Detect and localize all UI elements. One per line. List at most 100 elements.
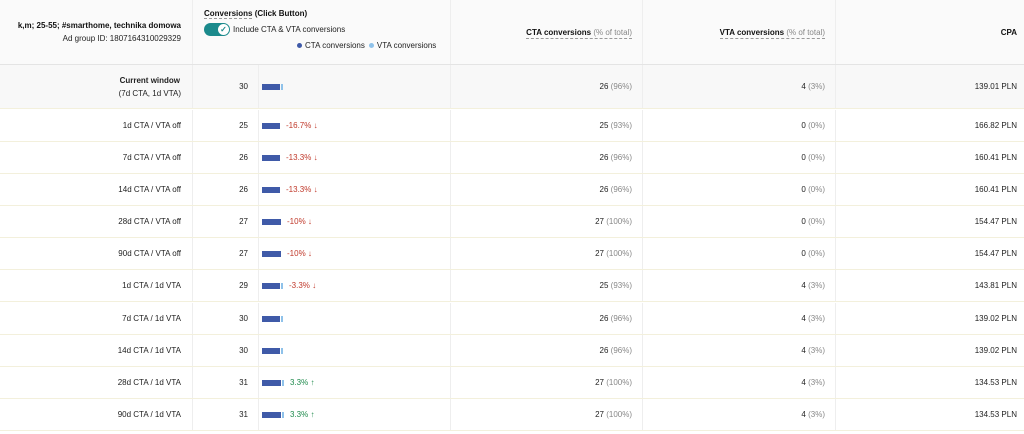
attribution-window-label: 14d CTA / 1d VTA bbox=[0, 335, 193, 366]
cpa-value: 154.47 PLN bbox=[974, 217, 1017, 226]
total-conversions: 26 bbox=[193, 174, 259, 205]
cta-bar bbox=[262, 122, 280, 129]
cpa-value: 139.02 PLN bbox=[974, 314, 1017, 323]
conversion-bar bbox=[262, 122, 280, 129]
change-indicator: -10% ↓ bbox=[287, 217, 312, 226]
total-conversions: 30 bbox=[193, 335, 259, 366]
cta-col-pct: (% of total) bbox=[593, 27, 632, 37]
legend: CTA conversions VTA conversions bbox=[297, 41, 440, 50]
conversion-bar bbox=[262, 315, 283, 322]
table-row: 7d CTA / 1d VTA 30 26 (96%) 4 (3%) 139.02 PL… bbox=[0, 303, 1024, 335]
cpa-value: 160.41 PLN bbox=[974, 153, 1017, 162]
cta-pct: (93%) bbox=[610, 281, 632, 290]
check-icon: ✓ bbox=[218, 24, 229, 35]
table-row: 1d CTA / VTA off 25 -16.7% ↓ 25 (93%) 0 (0%)… bbox=[0, 110, 1024, 142]
conversion-bar bbox=[262, 411, 284, 418]
vta-value: 0 bbox=[801, 217, 806, 226]
vta-value: 4 bbox=[801, 378, 806, 387]
change-indicator: -16.7% ↓ bbox=[286, 121, 318, 130]
table-row: 7d CTA / VTA off 26 -13.3% ↓ 26 (96%) 0 (0%)… bbox=[0, 142, 1024, 174]
ad-group-id: Ad group ID: 1807164310029329 bbox=[62, 34, 181, 43]
cta-value: 26 bbox=[599, 314, 609, 323]
conversions-header-cell: Conversions (Click Button) ✓ Include CTA… bbox=[193, 0, 451, 64]
vta-pct: (0%) bbox=[808, 153, 825, 162]
total-conversions: 27 bbox=[193, 238, 259, 269]
vta-bar bbox=[281, 282, 283, 289]
cta-bar bbox=[262, 83, 280, 90]
cta-pct: (96%) bbox=[610, 82, 632, 91]
cpa-col-title: CPA bbox=[1000, 27, 1017, 37]
vta-pct: (0%) bbox=[808, 185, 825, 194]
conversion-bar bbox=[262, 83, 283, 90]
change-indicator: -13.3% ↓ bbox=[286, 153, 318, 162]
table-row: 28d CTA / VTA off 27 -10% ↓ 27 (100%) 0 (0%)… bbox=[0, 206, 1024, 238]
cta-value: 26 bbox=[599, 82, 609, 91]
cta-col-title[interactable]: CTA conversions bbox=[526, 28, 591, 37]
vta-pct: (0%) bbox=[808, 121, 825, 130]
vta-bar bbox=[282, 411, 284, 418]
conversion-bar bbox=[262, 218, 281, 225]
total-conversions: 27 bbox=[193, 206, 259, 237]
vta-value: 0 bbox=[801, 121, 806, 130]
vta-value: 4 bbox=[801, 82, 806, 91]
cta-pct: (96%) bbox=[610, 346, 632, 355]
legend-vta: VTA conversions bbox=[368, 41, 437, 50]
change-indicator: -10% ↓ bbox=[287, 249, 312, 258]
conversions-header: Conversions (Click Button) bbox=[204, 9, 307, 19]
cpa-value: 139.02 PLN bbox=[974, 346, 1017, 355]
cta-pct: (96%) bbox=[610, 185, 632, 194]
attribution-window-label: 7d CTA / VTA off bbox=[0, 142, 193, 173]
cta-bar bbox=[262, 250, 281, 257]
vta-value: 4 bbox=[801, 314, 806, 323]
total-conversions: 31 bbox=[193, 367, 259, 398]
vta-value: 0 bbox=[801, 153, 806, 162]
conversions-title[interactable]: Conversions bbox=[204, 9, 253, 19]
cta-value: 27 bbox=[595, 378, 604, 387]
cta-pct: (96%) bbox=[610, 314, 632, 323]
table-row: 28d CTA / 1d VTA 31 3.3% ↑ 27 (100%) 4 (3%) 1… bbox=[0, 367, 1024, 399]
vta-value: 0 bbox=[801, 185, 806, 194]
vta-pct: (3%) bbox=[808, 410, 825, 419]
cta-header-cell: CTA conversions (% of total) bbox=[451, 0, 643, 64]
cpa-value: 134.53 PLN bbox=[974, 410, 1017, 419]
table-row: 90d CTA / VTA off 27 -10% ↓ 27 (100%) 0 (0%)… bbox=[0, 238, 1024, 270]
campaign-name: k,m; 25-55; #smarthome, technika domowa bbox=[17, 21, 181, 30]
total-conversions: 29 bbox=[193, 270, 259, 301]
change-indicator: -13.3% ↓ bbox=[286, 185, 318, 194]
vta-header-cell: VTA conversions (% of total) bbox=[643, 0, 836, 64]
cta-value: 27 bbox=[595, 217, 604, 226]
cta-pct: (100%) bbox=[606, 410, 632, 419]
cta-pct: (100%) bbox=[606, 217, 632, 226]
cta-pct: (100%) bbox=[606, 249, 632, 258]
cta-value: 26 bbox=[599, 346, 609, 355]
dot-icon bbox=[368, 43, 374, 48]
vta-col-title[interactable]: VTA conversions bbox=[720, 28, 784, 37]
vta-pct: (3%) bbox=[808, 346, 825, 355]
table-row: 90d CTA / 1d VTA 31 3.3% ↑ 27 (100%) 4 (3%) 1… bbox=[0, 399, 1024, 431]
legend-cta-label: CTA conversions bbox=[305, 41, 365, 50]
table-row: 1d CTA / 1d VTA 29 -3.3% ↓ 25 (93%) 4 (3%) 14… bbox=[0, 270, 1024, 302]
legend-vta-label: VTA conversions bbox=[376, 41, 437, 50]
cta-bar bbox=[262, 218, 281, 225]
vta-value: 4 bbox=[801, 281, 806, 290]
include-cta-vta-toggle[interactable]: ✓ bbox=[204, 23, 230, 36]
table-header: k,m; 25-55; #smarthome, technika domowa … bbox=[0, 0, 1024, 65]
conversion-bar bbox=[262, 347, 283, 354]
include-toggle-label: Include CTA & VTA conversions bbox=[233, 25, 346, 34]
change-indicator: 3.3% ↑ bbox=[290, 410, 315, 419]
total-conversions: 26 bbox=[193, 142, 259, 173]
cpa-header-cell: CPA bbox=[836, 0, 1024, 64]
campaign-header-cell: k,m; 25-55; #smarthome, technika domowa … bbox=[0, 0, 193, 64]
conversion-bar bbox=[262, 186, 280, 193]
include-toggle-row: ✓ Include CTA & VTA conversions bbox=[204, 23, 345, 36]
attribution-window-label: 14d CTA / VTA off bbox=[0, 174, 193, 205]
vta-pct: (0%) bbox=[808, 249, 825, 258]
vta-value: 4 bbox=[801, 410, 806, 419]
vta-bar bbox=[281, 83, 283, 90]
cta-pct: (96%) bbox=[610, 153, 632, 162]
conversion-bar bbox=[262, 282, 283, 289]
total-conversions: 30 bbox=[193, 65, 259, 108]
vta-bar bbox=[281, 347, 283, 354]
attribution-window-label: 1d CTA / 1d VTA bbox=[0, 270, 193, 301]
vta-pct: (3%) bbox=[808, 314, 825, 323]
